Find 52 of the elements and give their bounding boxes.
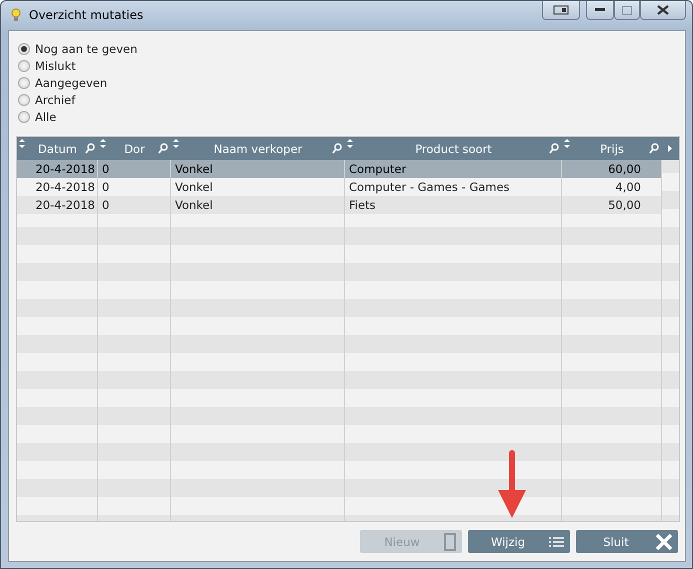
sort-icon[interactable] (100, 139, 106, 148)
table-cell: 20-4-2018 (35, 198, 95, 212)
snap-icon (553, 5, 569, 15)
action-button[interactable]: Wijzig (468, 530, 570, 553)
table-cell: Vonkel (175, 162, 213, 176)
minimize-icon (595, 8, 605, 12)
sort-icon[interactable] (19, 139, 25, 148)
action-button[interactable]: Sluit (576, 530, 678, 553)
radio-option[interactable]: Aangegeven (18, 74, 108, 91)
arrow-annotation (497, 450, 527, 520)
table-cell: 0 (102, 198, 110, 212)
table-cell: 0 (102, 162, 110, 176)
search-icon[interactable] (549, 143, 559, 154)
radio-option[interactable]: Nog aan te geven (18, 40, 138, 57)
lightbulb-icon (9, 7, 23, 23)
radio-option[interactable]: Archief (18, 91, 76, 108)
table-cell: Fiets (349, 198, 376, 212)
column-header[interactable]: Prijs (600, 142, 624, 156)
sort-icon[interactable] (173, 139, 179, 148)
table-cell: 4,00 (615, 180, 641, 194)
table-cell: 60,00 (608, 162, 641, 176)
table-cell: 20-4-2018 (35, 180, 95, 194)
table-cell: 20-4-2018 (35, 162, 95, 176)
radio-option[interactable]: Alle (18, 108, 56, 125)
table-cell: Vonkel (175, 180, 213, 194)
column-header[interactable]: Naam verkoper (214, 142, 302, 156)
page-icon (444, 532, 456, 550)
search-icon[interactable] (85, 143, 95, 154)
table-cell: 0 (102, 180, 110, 194)
search-icon[interactable] (649, 143, 659, 154)
table-cell: Computer (349, 162, 406, 176)
sort-icon[interactable] (347, 139, 353, 148)
scroll-right-icon[interactable] (668, 145, 673, 152)
sort-icon[interactable] (564, 139, 570, 148)
search-icon[interactable] (158, 143, 168, 154)
minimize-button[interactable] (586, 1, 614, 20)
selected-row[interactable]: 20-4-2018 0 Vonkel Computer 60,00 (17, 160, 662, 178)
table-cell: Computer - Games - Games (349, 180, 510, 194)
maximize-icon (622, 6, 632, 14)
list-icon (548, 536, 564, 548)
window-title: Overzicht mutaties (29, 8, 144, 22)
column-header[interactable]: Dor (124, 142, 145, 156)
table-cell: Vonkel (175, 198, 213, 212)
close-icon (657, 5, 669, 15)
column-header[interactable]: Product soort (415, 142, 492, 156)
close-button[interactable] (640, 1, 686, 20)
search-icon[interactable] (332, 143, 342, 154)
column-header[interactable]: Datum (38, 142, 77, 156)
table-cell: 50,00 (608, 198, 641, 212)
close-icon (656, 534, 672, 550)
radio-option[interactable]: Mislukt (18, 57, 76, 74)
snap-button[interactable] (542, 1, 580, 20)
